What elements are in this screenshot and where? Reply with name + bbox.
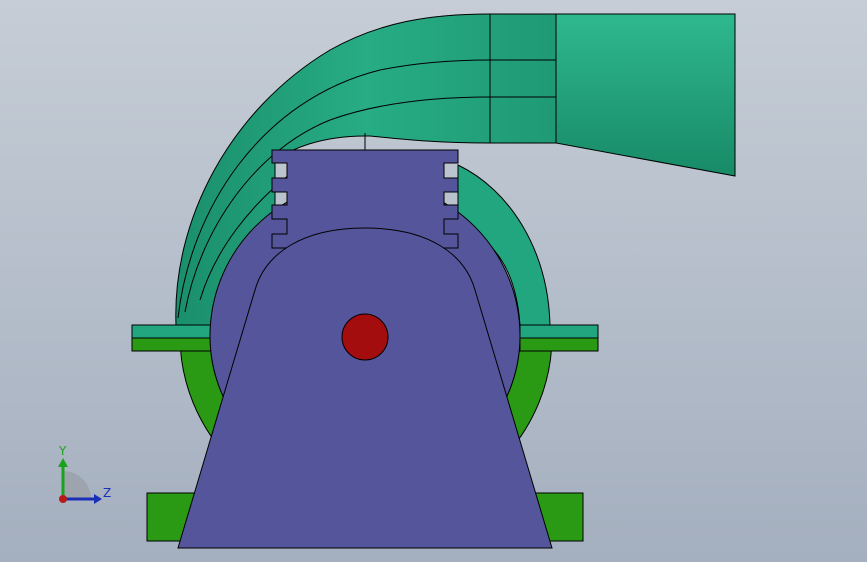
y-axis-label: Y [58,444,67,458]
3d-model-viewport[interactable]: Y Z [0,0,867,562]
shaft-end[interactable] [341,313,389,361]
z-axis-label: Z [103,486,111,500]
green-flange-right [519,337,599,352]
volute-flange-top [131,324,213,339]
x-axis-dot [59,495,67,503]
green-flange-left [131,337,213,352]
volute-flange-top-right [519,324,599,339]
